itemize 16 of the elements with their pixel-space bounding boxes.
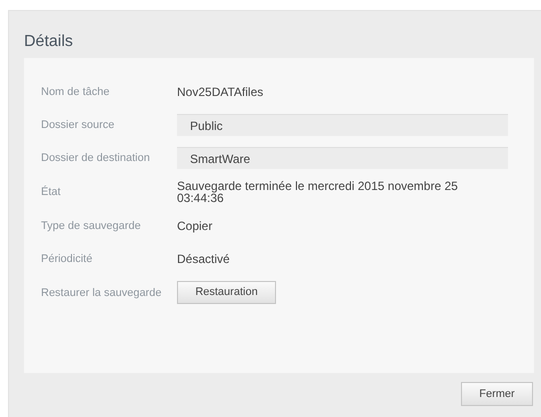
detail-label: Nom de tâche [41,86,110,98]
dialog-title: Détails [24,32,74,52]
detail-value: Nov25DATAfiles [177,86,264,98]
detail-label: Restaurer la sauvegarde [41,286,162,298]
detail-value: Sauvegarde terminée le mercredi 2015 novembre 25 03:44:36 [177,180,459,204]
restore-button[interactable]: Restauration [177,281,276,304]
detail-label: Dossier source [41,119,116,131]
detail-label: État [41,186,62,198]
detail-value: Copier [177,220,214,232]
detail-value: Désactivé [177,253,231,265]
detail-label: Périodicité [41,253,94,265]
folder-field[interactable]: SmartWare [177,147,508,169]
close-button[interactable]: Fermer [461,382,533,406]
folder-field[interactable]: Public [177,114,508,136]
detail-label: Type de sauvegarde [41,220,142,232]
detail-label: Dossier de destination [41,152,151,164]
